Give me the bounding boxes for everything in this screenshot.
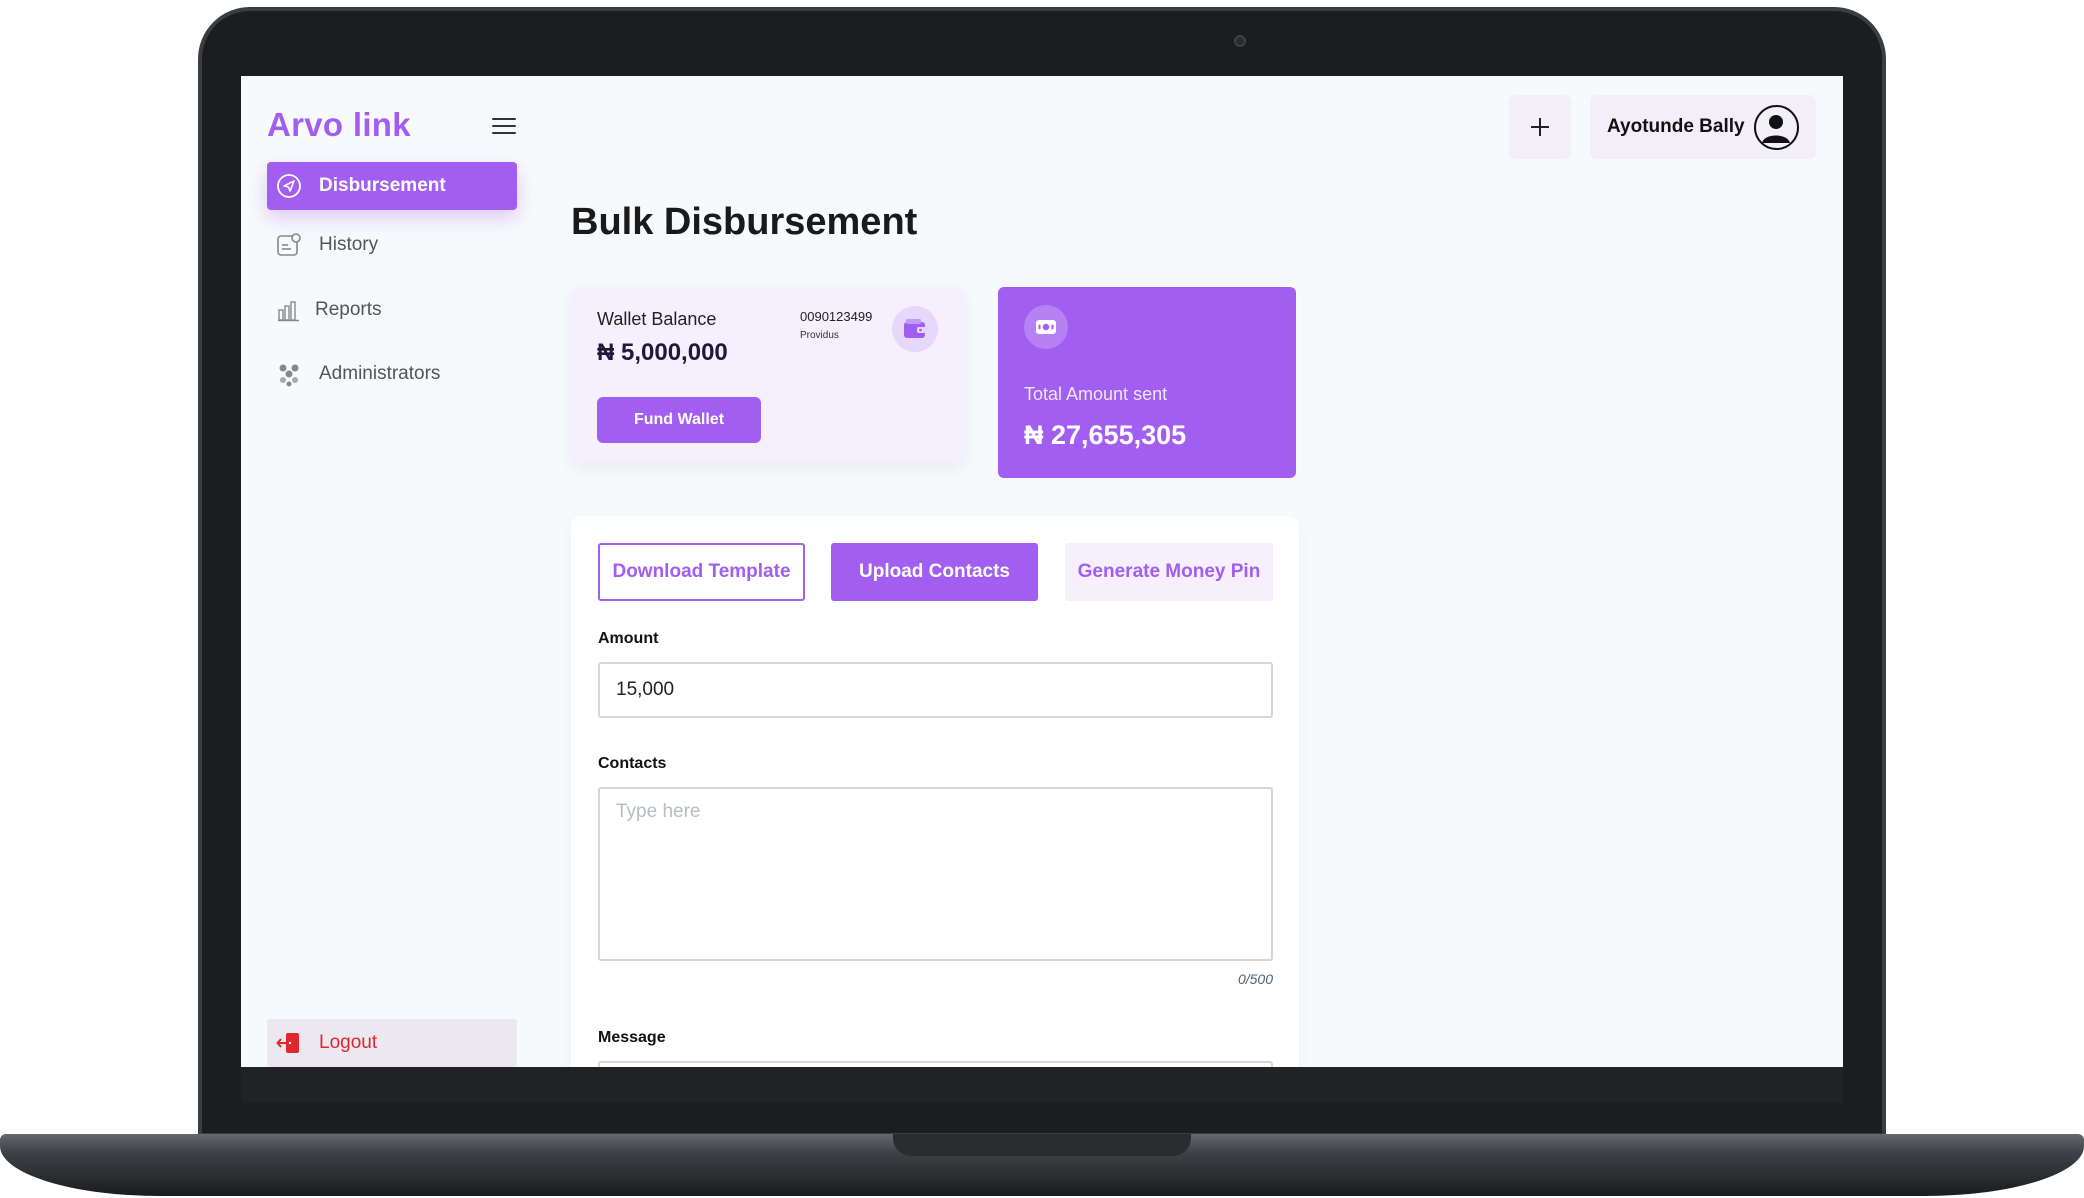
sidebar-item-label: History [319, 234, 379, 255]
avatar [1754, 105, 1799, 150]
contacts-counter: 0/500 [1237, 971, 1273, 987]
brand-logo[interactable]: Arvo link [267, 106, 411, 144]
users-icon [275, 360, 303, 388]
fund-wallet-button[interactable]: Fund Wallet [597, 397, 761, 443]
logout-button[interactable]: Logout [267, 1019, 517, 1067]
amount-label: Amount [598, 630, 659, 647]
logout-icon [275, 1029, 303, 1057]
page-title: Bulk Disbursement [571, 201, 918, 243]
wallet-icon [892, 306, 938, 352]
bank-name: Providus [800, 330, 839, 341]
contacts-field[interactable]: Type here [598, 787, 1273, 961]
hamburger-menu-icon[interactable] [492, 118, 516, 136]
add-button[interactable] [1509, 95, 1571, 159]
sidebar-item-reports[interactable]: Reports [267, 286, 517, 334]
camera-icon [1234, 35, 1246, 47]
upload-contacts-button[interactable]: Upload Contacts [831, 543, 1038, 601]
contacts-label: Contacts [598, 755, 667, 772]
laptop-notch [893, 1134, 1191, 1156]
send-icon [275, 172, 303, 200]
user-menu[interactable]: Ayotunde Bally [1590, 95, 1816, 159]
disbursement-form: Download Template Upload Contacts Genera… [571, 516, 1299, 1067]
total-sent-card: Total Amount sent ₦ 27,655,305 [998, 287, 1296, 478]
generate-money-pin-button[interactable]: Generate Money Pin [1065, 543, 1273, 601]
message-label: Message [598, 1029, 666, 1046]
message-field[interactable] [598, 1061, 1273, 1067]
user-icon [1762, 115, 1790, 143]
sidebar-item-disbursement[interactable]: Disbursement [267, 162, 517, 210]
wallet-label: Wallet Balance [597, 309, 717, 329]
plus-icon [1531, 118, 1549, 136]
total-amount: ₦ 27,655,305 [1024, 420, 1187, 450]
sidebar-item-label: Administrators [319, 363, 441, 384]
money-icon [1024, 305, 1068, 349]
bar-chart-icon [275, 296, 303, 324]
amount-field[interactable]: 15,000 [598, 662, 1273, 718]
sidebar-item-administrators[interactable]: Administrators [267, 350, 517, 398]
user-name: Ayotunde Bally [1607, 116, 1745, 137]
sidebar-item-history[interactable]: History [267, 221, 517, 269]
wallet-amount: ₦ 5,000,000 [597, 339, 728, 366]
app-screen: Arvo link Ayotunde Bally Disbursement Hi… [241, 76, 1843, 1067]
sidebar-item-label: Disbursement [319, 175, 446, 196]
history-icon [275, 231, 303, 259]
logout-label: Logout [319, 1032, 378, 1053]
sidebar-item-label: Reports [315, 299, 382, 320]
account-number: 0090123499 [800, 309, 873, 324]
total-label: Total Amount sent [1024, 384, 1168, 404]
download-template-button[interactable]: Download Template [598, 543, 805, 601]
wallet-card: Wallet Balance ₦ 5,000,000 0090123499 Pr… [571, 287, 964, 463]
laptop-bezel [241, 1067, 1843, 1103]
